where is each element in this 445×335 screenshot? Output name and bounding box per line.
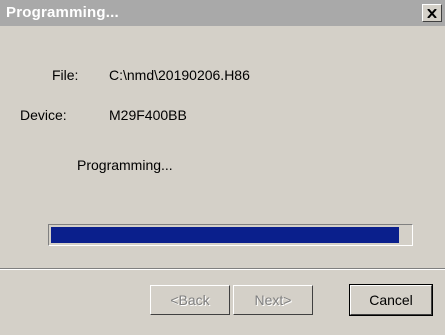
programming-dialog: Programming... File: C:\nmd\20190206.H86… [0,0,445,335]
close-button[interactable] [422,4,442,22]
separator [0,268,445,270]
file-path: C:\nmd\20190206.H86 [109,67,250,83]
device-name: M29F400BB [109,107,187,123]
window-title: Programming... [6,4,119,21]
file-label: File: [52,67,79,83]
device-label: Device: [20,107,67,123]
progress-fill [51,227,399,243]
progress-bar [48,224,413,246]
close-icon [427,8,437,18]
next-button[interactable]: Next> [233,285,313,315]
status-text: Programming... [77,157,173,173]
title-bar[interactable]: Programming... [0,0,445,26]
cancel-button[interactable]: Cancel [349,284,433,316]
back-button[interactable]: <Back [150,285,230,315]
